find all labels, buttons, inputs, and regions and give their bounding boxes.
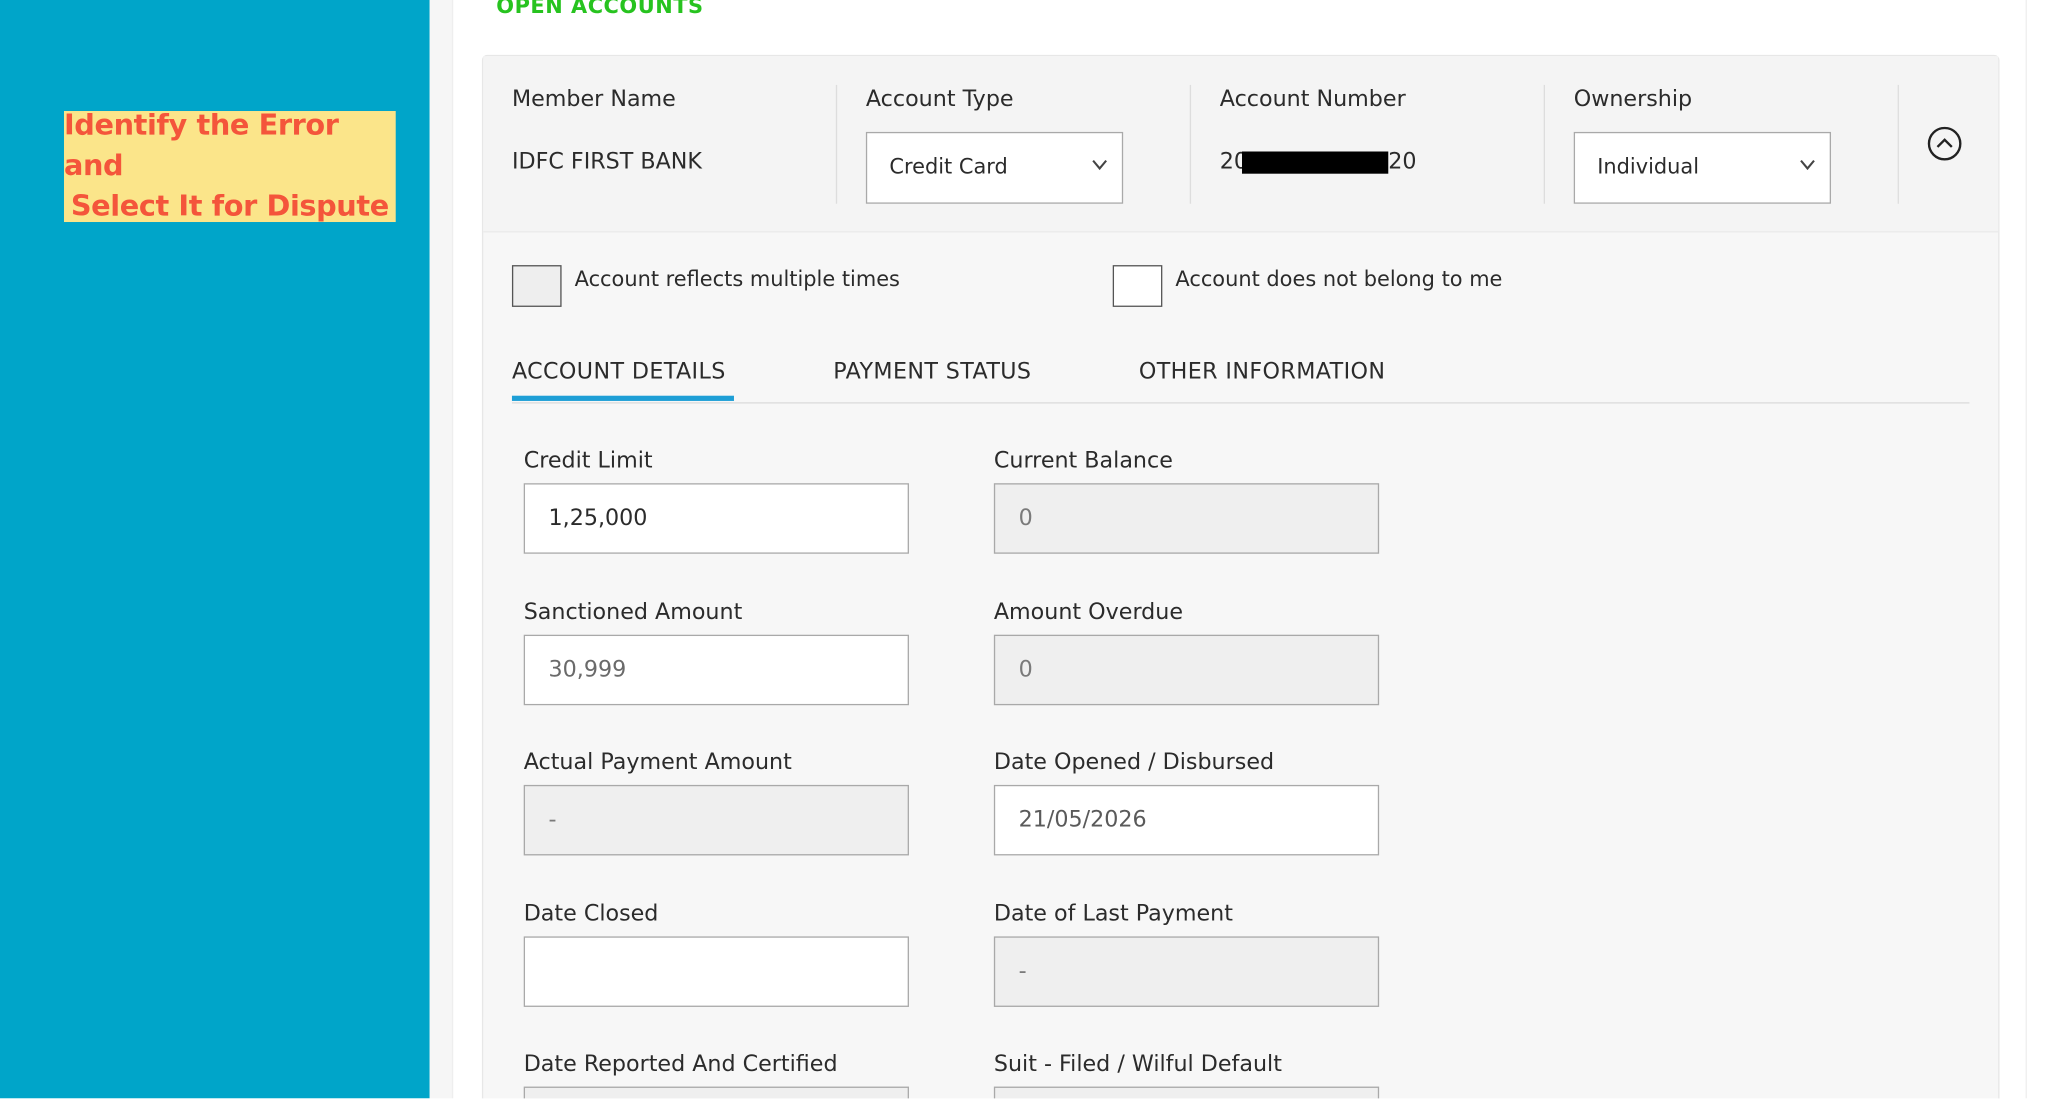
credit-limit-value: 1,25,000	[548, 505, 648, 532]
not-belong-checkbox[interactable]	[1112, 265, 1163, 307]
amount-overdue-input: 0	[993, 634, 1380, 706]
date-last-payment-input: -	[993, 936, 1380, 1007]
actual-payment-label: Actual Payment Amount	[523, 749, 792, 776]
account-number-redaction	[1242, 151, 1389, 174]
not-belong-label: Account does not belong to me	[1175, 266, 1503, 292]
account-number-suffix: 20	[1388, 148, 1417, 176]
suit-filed-input	[993, 1086, 1380, 1099]
credit-limit-input[interactable]: 1,25,000	[523, 483, 909, 554]
account-type-value: Credit Card	[889, 154, 1008, 179]
left-gutter	[429, 0, 454, 1099]
amount-overdue-label: Amount Overdue	[993, 599, 1184, 626]
sanctioned-amount-label: Sanctioned Amount	[523, 599, 743, 626]
account-type-label: Account Type	[865, 86, 1014, 113]
active-tab-indicator	[511, 395, 734, 401]
column-divider	[1897, 84, 1899, 204]
sanctioned-amount-input[interactable]: 30,999	[523, 634, 909, 706]
collapse-chevron-up-icon[interactable]	[1926, 125, 1963, 162]
amount-overdue-value: 0	[1018, 656, 1033, 684]
date-last-payment-value: -	[1018, 958, 1027, 985]
column-divider	[1189, 84, 1192, 204]
credit-limit-label: Credit Limit	[523, 447, 653, 475]
actual-payment-input: -	[523, 784, 909, 856]
tab-divider	[511, 402, 1970, 404]
date-opened-input[interactable]: 21/05/2026	[993, 784, 1380, 856]
chevron-down-icon	[1800, 159, 1815, 171]
current-balance-label: Current Balance	[993, 447, 1173, 475]
column-divider	[1543, 84, 1545, 204]
tab-payment-status[interactable]: PAYMENT STATUS	[833, 359, 1031, 385]
multiple-times-label: Account reflects multiple times	[574, 266, 900, 292]
date-opened-value: 21/05/2026	[1018, 807, 1147, 834]
ownership-select[interactable]: Individual	[1573, 131, 1832, 204]
page: Identify the Error and Select It for Dis…	[0, 0, 2048, 1099]
multiple-times-checkbox[interactable]	[511, 265, 562, 307]
account-type-select[interactable]: Credit Card	[865, 131, 1124, 204]
right-gutter	[2025, 0, 2048, 1099]
date-closed-label: Date Closed	[523, 901, 659, 928]
instruction-banner: Identify the Error and Select It for Dis…	[63, 110, 396, 223]
account-number-label: Account Number	[1219, 86, 1406, 113]
date-opened-label: Date Opened / Disbursed	[993, 749, 1275, 776]
current-balance-input: 0	[993, 483, 1380, 554]
member-name-label: Member Name	[511, 86, 676, 113]
current-balance-value: 0	[1018, 505, 1033, 532]
sanctioned-amount-value: 30,999	[548, 656, 627, 684]
ownership-label: Ownership	[1573, 86, 1693, 113]
section-title: OPEN ACCOUNTS	[496, 0, 704, 19]
chevron-down-icon	[1092, 159, 1107, 171]
member-name-value: IDFC FIRST BANK	[511, 148, 702, 176]
sidebar: Identify the Error and Select It for Dis…	[0, 0, 430, 1099]
ownership-value: Individual	[1597, 154, 1700, 179]
date-last-payment-label: Date of Last Payment	[993, 901, 1233, 928]
suit-filed-label: Suit - Filed / Wilful Default	[993, 1051, 1282, 1078]
tab-other-information[interactable]: OTHER INFORMATION	[1139, 359, 1386, 385]
date-reported-label: Date Reported And Certified	[523, 1051, 838, 1078]
date-closed-input[interactable]	[523, 936, 909, 1007]
instruction-line-2: Select It for Dispute	[70, 190, 389, 224]
tab-account-details[interactable]: ACCOUNT DETAILS	[512, 359, 726, 385]
date-reported-input	[523, 1086, 909, 1099]
actual-payment-value: -	[548, 807, 557, 834]
column-divider	[835, 84, 838, 204]
instruction-line-1: Identify the Error and	[63, 109, 339, 183]
